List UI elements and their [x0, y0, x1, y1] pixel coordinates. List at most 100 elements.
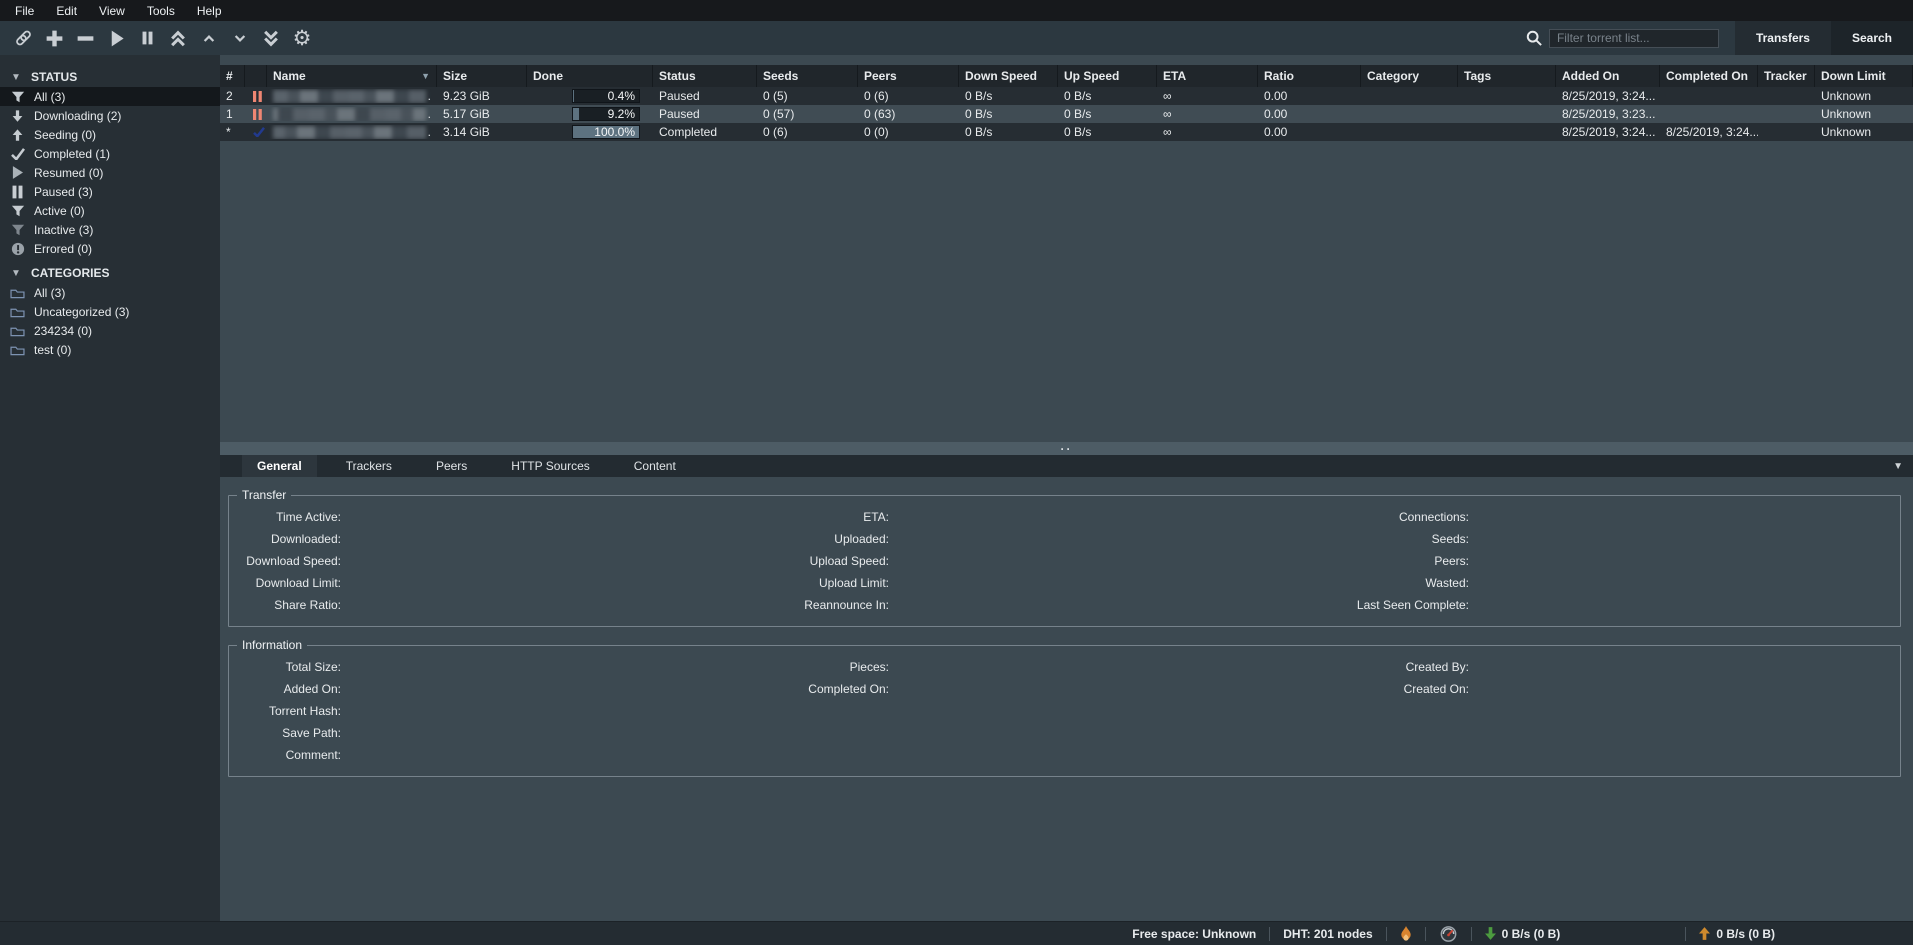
- main-panel: #Name▼SizeDoneStatusSeedsPeersDown Speed…: [220, 55, 1913, 921]
- status-filter-active-0[interactable]: Active (0): [0, 201, 220, 220]
- cell-added-on: 8/25/2019, 3:24...: [1556, 125, 1660, 139]
- status-filter-seeding-0[interactable]: Seeding (0): [0, 125, 220, 144]
- details-tab-content[interactable]: Content: [619, 455, 691, 477]
- column-header-eta[interactable]: ETA: [1157, 65, 1258, 87]
- move-top-button[interactable]: [163, 24, 193, 52]
- pause-button[interactable]: [132, 24, 162, 52]
- column-label: Seeds: [763, 69, 798, 83]
- splitter-handle[interactable]: ··: [1061, 446, 1073, 452]
- move-up-button[interactable]: [194, 24, 224, 52]
- redacted-torrent-name: [273, 90, 426, 103]
- status-section-header[interactable]: ▼ STATUS: [0, 67, 220, 87]
- menu-help[interactable]: Help: [186, 2, 233, 20]
- add-link-button[interactable]: [8, 24, 38, 52]
- details-tab-general[interactable]: General: [242, 455, 317, 477]
- category-test-0[interactable]: test (0): [0, 340, 220, 359]
- menu-view[interactable]: View: [88, 2, 136, 20]
- column-header-ratio[interactable]: Ratio: [1258, 65, 1361, 87]
- cell-queue-number: 2: [220, 89, 245, 103]
- resume-button[interactable]: [101, 24, 131, 52]
- column-header-category[interactable]: Category: [1361, 65, 1458, 87]
- cell-up-speed: 0 B/s: [1058, 125, 1157, 139]
- torrent-row[interactable]: 2.9.23 GiB0.4%Paused0 (5)0 (6)0 B/s0 B/s…: [220, 87, 1913, 105]
- field-label-torrent-hash: Torrent Hash:: [229, 704, 341, 718]
- column-label: Category: [1367, 69, 1419, 83]
- menu-edit[interactable]: Edit: [45, 2, 88, 20]
- cell-ratio: 0.00: [1258, 107, 1361, 121]
- column-header-size[interactable]: Size: [437, 65, 527, 87]
- transfer-legend: Transfer: [237, 488, 291, 502]
- field-label-download-limit: Download Limit:: [229, 576, 341, 590]
- folder-icon: [9, 287, 26, 299]
- redacted-torrent-name: [273, 108, 426, 121]
- cell-peers: 0 (63): [858, 107, 959, 121]
- alt-speed-gauge-icon[interactable]: [1426, 926, 1471, 942]
- column-header-down-speed[interactable]: Down Speed: [959, 65, 1058, 87]
- torrent-filter-input[interactable]: [1549, 29, 1719, 48]
- details-tab-peers[interactable]: Peers: [421, 455, 482, 477]
- column-header-peers[interactable]: Peers: [858, 65, 959, 87]
- add-torrent-button[interactable]: [39, 24, 69, 52]
- column-header-#[interactable]: #: [220, 65, 245, 87]
- panel-splitter[interactable]: ··: [220, 442, 1913, 455]
- item-label: Active (0): [34, 204, 85, 218]
- cell-down-limit: Unknown: [1815, 125, 1913, 139]
- column-header-state[interactable]: [245, 65, 267, 87]
- view-tab-search[interactable]: Search: [1831, 21, 1913, 55]
- column-header-tags[interactable]: Tags: [1458, 65, 1556, 87]
- column-header-name[interactable]: Name▼: [267, 65, 437, 87]
- menu-file[interactable]: File: [4, 2, 45, 20]
- move-down-button[interactable]: [225, 24, 255, 52]
- field-label-added-on: Added On:: [229, 682, 341, 696]
- play-icon: [9, 166, 26, 179]
- upload-speed-status[interactable]: 0 B/s (0 B): [1686, 927, 1788, 941]
- item-label: Errored (0): [34, 242, 92, 256]
- torrent-row[interactable]: 1.5.17 GiB9.2%Paused0 (57)0 (63)0 B/s0 B…: [220, 105, 1913, 123]
- download-speed-status[interactable]: 0 B/s (0 B): [1472, 927, 1574, 941]
- status-filter-all-3[interactable]: All (3): [0, 87, 220, 106]
- move-bottom-button[interactable]: [256, 24, 286, 52]
- item-label: Inactive (3): [34, 223, 93, 237]
- cell-down-speed: 0 B/s: [959, 89, 1058, 103]
- item-label: All (3): [34, 90, 65, 104]
- settings-button[interactable]: ⚙: [287, 24, 317, 52]
- remove-torrent-button[interactable]: [70, 24, 100, 52]
- column-header-tracker[interactable]: Tracker: [1758, 65, 1815, 87]
- categories-section-header[interactable]: ▼ CATEGORIES: [0, 263, 220, 283]
- status-filter-completed-1[interactable]: Completed (1): [0, 144, 220, 163]
- status-filter-paused-3[interactable]: Paused (3): [0, 182, 220, 201]
- add-torrent-icon: [44, 28, 65, 49]
- cell-eta: ∞: [1157, 107, 1258, 121]
- details-menu-caret-icon[interactable]: ▼: [1893, 461, 1903, 472]
- redacted-torrent-name: [273, 126, 426, 139]
- category-uncategorized-3[interactable]: Uncategorized (3): [0, 302, 220, 321]
- details-tab-trackers[interactable]: Trackers: [331, 455, 407, 477]
- column-header-up-speed[interactable]: Up Speed: [1058, 65, 1157, 87]
- status-filter-errored-0[interactable]: Errored (0): [0, 239, 220, 258]
- column-header-added-on[interactable]: Added On: [1556, 65, 1660, 87]
- column-header-completed-on[interactable]: Completed On: [1660, 65, 1758, 87]
- details-tab-http-sources[interactable]: HTTP Sources: [496, 455, 604, 477]
- field-label-last-seen-complete: Last Seen Complete:: [1319, 598, 1469, 612]
- field-label-save-path: Save Path:: [229, 726, 341, 740]
- status-filter-resumed-0[interactable]: Resumed (0): [0, 163, 220, 182]
- status-filter-downloading-2[interactable]: Downloading (2): [0, 106, 220, 125]
- folder-icon: [9, 344, 26, 356]
- remove-torrent-icon: [75, 28, 96, 49]
- column-header-down-limit[interactable]: Down Limit: [1815, 65, 1913, 87]
- torrent-row[interactable]: *.3.14 GiB100.0%Completed0 (6)0 (0)0 B/s…: [220, 123, 1913, 141]
- category-234234-0[interactable]: 234234 (0): [0, 321, 220, 340]
- column-header-seeds[interactable]: Seeds: [757, 65, 858, 87]
- cell-added-on: 8/25/2019, 3:23...: [1556, 107, 1660, 121]
- cell-down-limit: Unknown: [1815, 107, 1913, 121]
- column-header-status[interactable]: Status: [653, 65, 757, 87]
- connection-status-icon[interactable]: [1387, 926, 1425, 941]
- status-filter-inactive-3[interactable]: Inactive (3): [0, 220, 220, 239]
- category-all-3[interactable]: All (3): [0, 283, 220, 302]
- menu-tools[interactable]: Tools: [136, 2, 186, 20]
- field-label-completed-on: Completed On:: [771, 682, 889, 696]
- field-label-peers: Peers:: [1319, 554, 1469, 568]
- column-header-done[interactable]: Done: [527, 65, 653, 87]
- view-tab-transfers[interactable]: Transfers: [1735, 21, 1831, 55]
- cell-seeds: 0 (5): [757, 89, 858, 103]
